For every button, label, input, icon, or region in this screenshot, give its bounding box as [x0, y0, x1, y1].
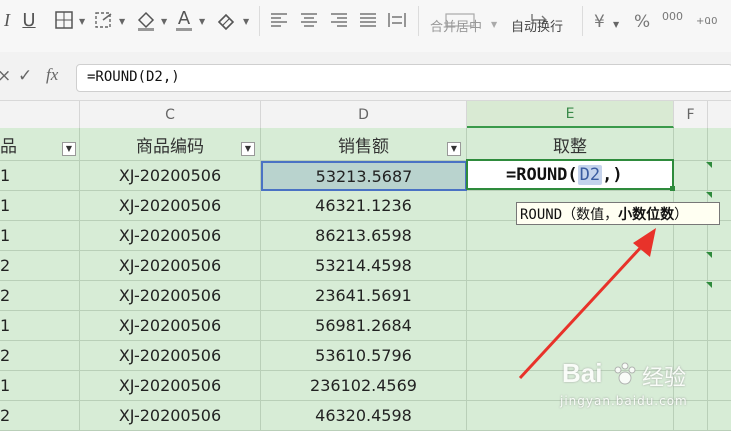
watermark-brand: Bai	[562, 358, 603, 388]
baidu-watermark: Bai 经验 jingyan.baidu.com	[560, 358, 730, 418]
watermark-brand-cn: 经验	[642, 366, 687, 391]
watermark-url: jingyan.baidu.com	[560, 394, 688, 408]
paw-icon	[614, 362, 636, 385]
